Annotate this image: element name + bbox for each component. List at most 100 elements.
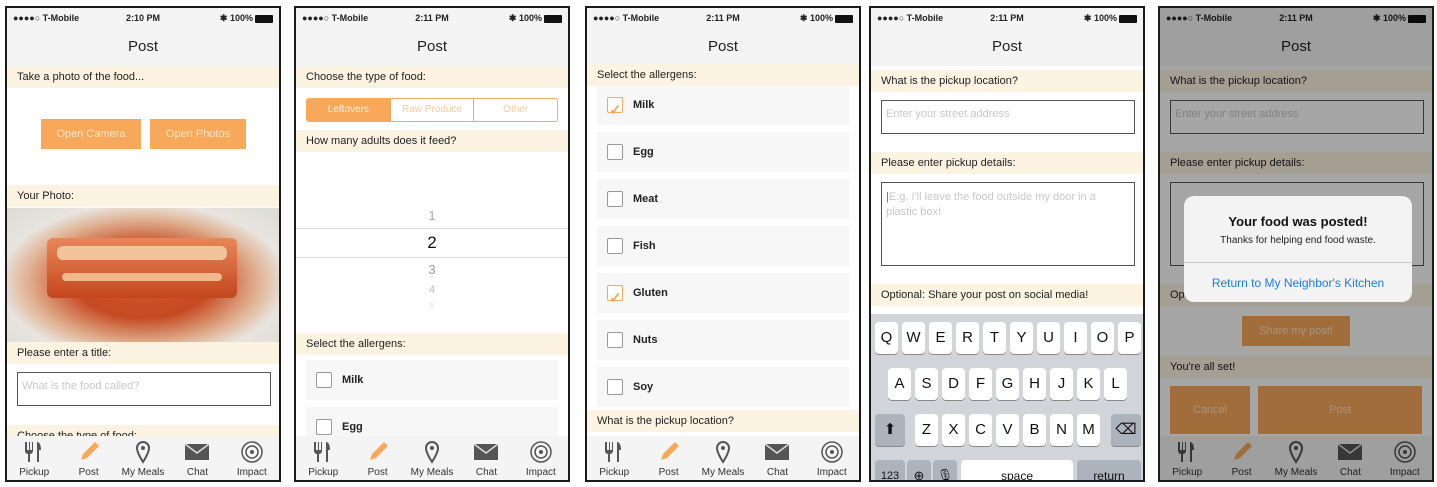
section-pickup-location: What is the pickup location?: [871, 70, 1143, 92]
allergen-meat[interactable]: Meat: [597, 179, 849, 219]
key-o[interactable]: O: [1091, 322, 1114, 354]
target-icon: [225, 440, 279, 464]
section-share: Optional: Share your post on social medi…: [871, 284, 1143, 306]
tab-chat[interactable]: Chat: [750, 436, 804, 480]
tab-post[interactable]: Post: [350, 436, 404, 480]
key-a[interactable]: A: [888, 368, 911, 400]
tab-pickup[interactable]: Pickup: [587, 436, 641, 480]
segment-leftovers[interactable]: Leftovers: [307, 99, 390, 121]
key-e[interactable]: E: [929, 322, 952, 354]
segment-raw-produce[interactable]: Raw Produce: [389, 99, 474, 121]
key-h[interactable]: H: [1023, 368, 1046, 400]
key-z[interactable]: Z: [915, 414, 938, 446]
checkbox[interactable]: [316, 419, 332, 435]
allergen-label: Nuts: [633, 334, 658, 346]
allergen-egg[interactable]: Egg: [597, 132, 849, 172]
key-g[interactable]: G: [996, 368, 1019, 400]
checkbox[interactable]: [607, 332, 623, 348]
key-w[interactable]: W: [902, 322, 925, 354]
battery-indicator: ✱ 100%: [800, 13, 853, 24]
keyboard: Q W E R T Y U I O P A S D F G H J K L ⬆ …: [871, 314, 1143, 480]
tab-impact[interactable]: Impact: [514, 436, 568, 480]
key-s[interactable]: S: [915, 368, 938, 400]
key-b[interactable]: B: [1023, 414, 1046, 446]
delete-key[interactable]: ⌫: [1111, 414, 1141, 446]
dictation-key[interactable]: 🎙: [933, 460, 957, 480]
address-input[interactable]: Enter your street address: [881, 100, 1135, 134]
status-bar: ●●●●○ T-Mobile 2:10 PM ✱ 100%: [7, 8, 279, 28]
tab-bar: Pickup Post My Meals Chat Impact: [296, 436, 568, 480]
alert-title: Your food was posted!: [1228, 214, 1368, 229]
allergen-nuts[interactable]: Nuts: [597, 320, 849, 360]
key-t[interactable]: T: [983, 322, 1006, 354]
checkbox[interactable]: [316, 372, 332, 388]
key-l[interactable]: L: [1104, 368, 1127, 400]
key-c[interactable]: C: [969, 414, 992, 446]
key-d[interactable]: D: [942, 368, 965, 400]
key-i[interactable]: I: [1064, 322, 1087, 354]
tab-post[interactable]: Post: [61, 436, 115, 480]
checkbox[interactable]: [607, 379, 623, 395]
tab-chat[interactable]: Chat: [459, 436, 513, 480]
shift-key[interactable]: ⬆: [875, 414, 905, 446]
section-pickup-details: Please enter pickup details:: [871, 152, 1143, 174]
checkbox[interactable]: [607, 191, 623, 207]
tab-impact[interactable]: Impact: [805, 436, 859, 480]
phone-screen-1: ●●●●○ T-Mobile 2:10 PM ✱ 100% Post Take …: [5, 6, 281, 482]
key-r[interactable]: R: [956, 322, 979, 354]
battery-label: 100%: [518, 13, 542, 23]
key-f[interactable]: F: [969, 368, 992, 400]
open-photos-button[interactable]: Open Photos: [150, 119, 246, 149]
details-textarea[interactable]: |E.g. I'll leave the food outside my doo…: [881, 182, 1135, 266]
bluetooth-icon: ✱: [219, 13, 230, 23]
key-k[interactable]: K: [1077, 368, 1100, 400]
allergen-milk[interactable]: Milk: [597, 85, 849, 131]
checkbox[interactable]: [607, 144, 623, 160]
tab-label: My Meals: [410, 467, 454, 478]
key-n[interactable]: N: [1050, 414, 1073, 446]
key-p[interactable]: P: [1118, 322, 1141, 354]
checkbox-checked[interactable]: [607, 279, 623, 319]
tab-label: Chat: [186, 467, 208, 478]
numbers-key[interactable]: 123: [875, 460, 905, 480]
tab-pickup[interactable]: Pickup: [296, 436, 350, 480]
tab-post[interactable]: Post: [641, 436, 695, 480]
allergen-soy[interactable]: Soy: [597, 367, 849, 407]
battery-indicator: ✱ 100%: [509, 13, 562, 24]
alert-message: Thanks for helping end food waste.: [1220, 235, 1376, 246]
allergen-fish[interactable]: Fish: [597, 226, 849, 266]
envelope-icon: [750, 440, 804, 464]
tab-label: Pickup: [19, 467, 50, 478]
space-key[interactable]: space: [961, 460, 1073, 480]
tab-impact[interactable]: Impact: [225, 436, 279, 480]
pencil-icon: [61, 440, 115, 464]
tab-chat[interactable]: Chat: [170, 436, 224, 480]
key-q[interactable]: Q: [875, 322, 898, 354]
title-input[interactable]: What is the food called?: [17, 372, 271, 406]
key-u[interactable]: U: [1037, 322, 1060, 354]
map-pin-icon: [696, 440, 750, 464]
checkbox[interactable]: [607, 238, 623, 254]
allergen-gluten[interactable]: Gluten: [597, 273, 849, 319]
key-y[interactable]: Y: [1010, 322, 1033, 354]
battery-label: 100%: [229, 13, 253, 23]
segment-other[interactable]: Other: [473, 99, 557, 121]
picker-option: 4: [428, 284, 436, 296]
tab-my-meals[interactable]: My Meals: [696, 436, 750, 480]
checkbox-checked[interactable]: [607, 91, 623, 131]
phone-screen-2: ●●●●○ T-Mobile 2:11 PM ✱ 100% Post Choos…: [294, 6, 570, 482]
return-key[interactable]: return: [1077, 460, 1141, 480]
allergen-milk[interactable]: Milk: [306, 360, 558, 400]
key-x[interactable]: X: [942, 414, 965, 446]
alert-divider: [1184, 262, 1412, 263]
globe-key[interactable]: ⊕: [907, 460, 931, 480]
open-camera-button[interactable]: Open Camera: [41, 119, 141, 149]
key-m[interactable]: M: [1077, 414, 1100, 446]
key-v[interactable]: V: [996, 414, 1019, 446]
tab-my-meals[interactable]: My Meals: [116, 436, 170, 480]
tab-pickup[interactable]: Pickup: [7, 436, 61, 480]
key-j[interactable]: J: [1050, 368, 1073, 400]
tab-my-meals[interactable]: My Meals: [405, 436, 459, 480]
tab-label: Impact: [816, 467, 847, 478]
return-button[interactable]: Return to My Neighbor's Kitchen: [1184, 276, 1412, 290]
